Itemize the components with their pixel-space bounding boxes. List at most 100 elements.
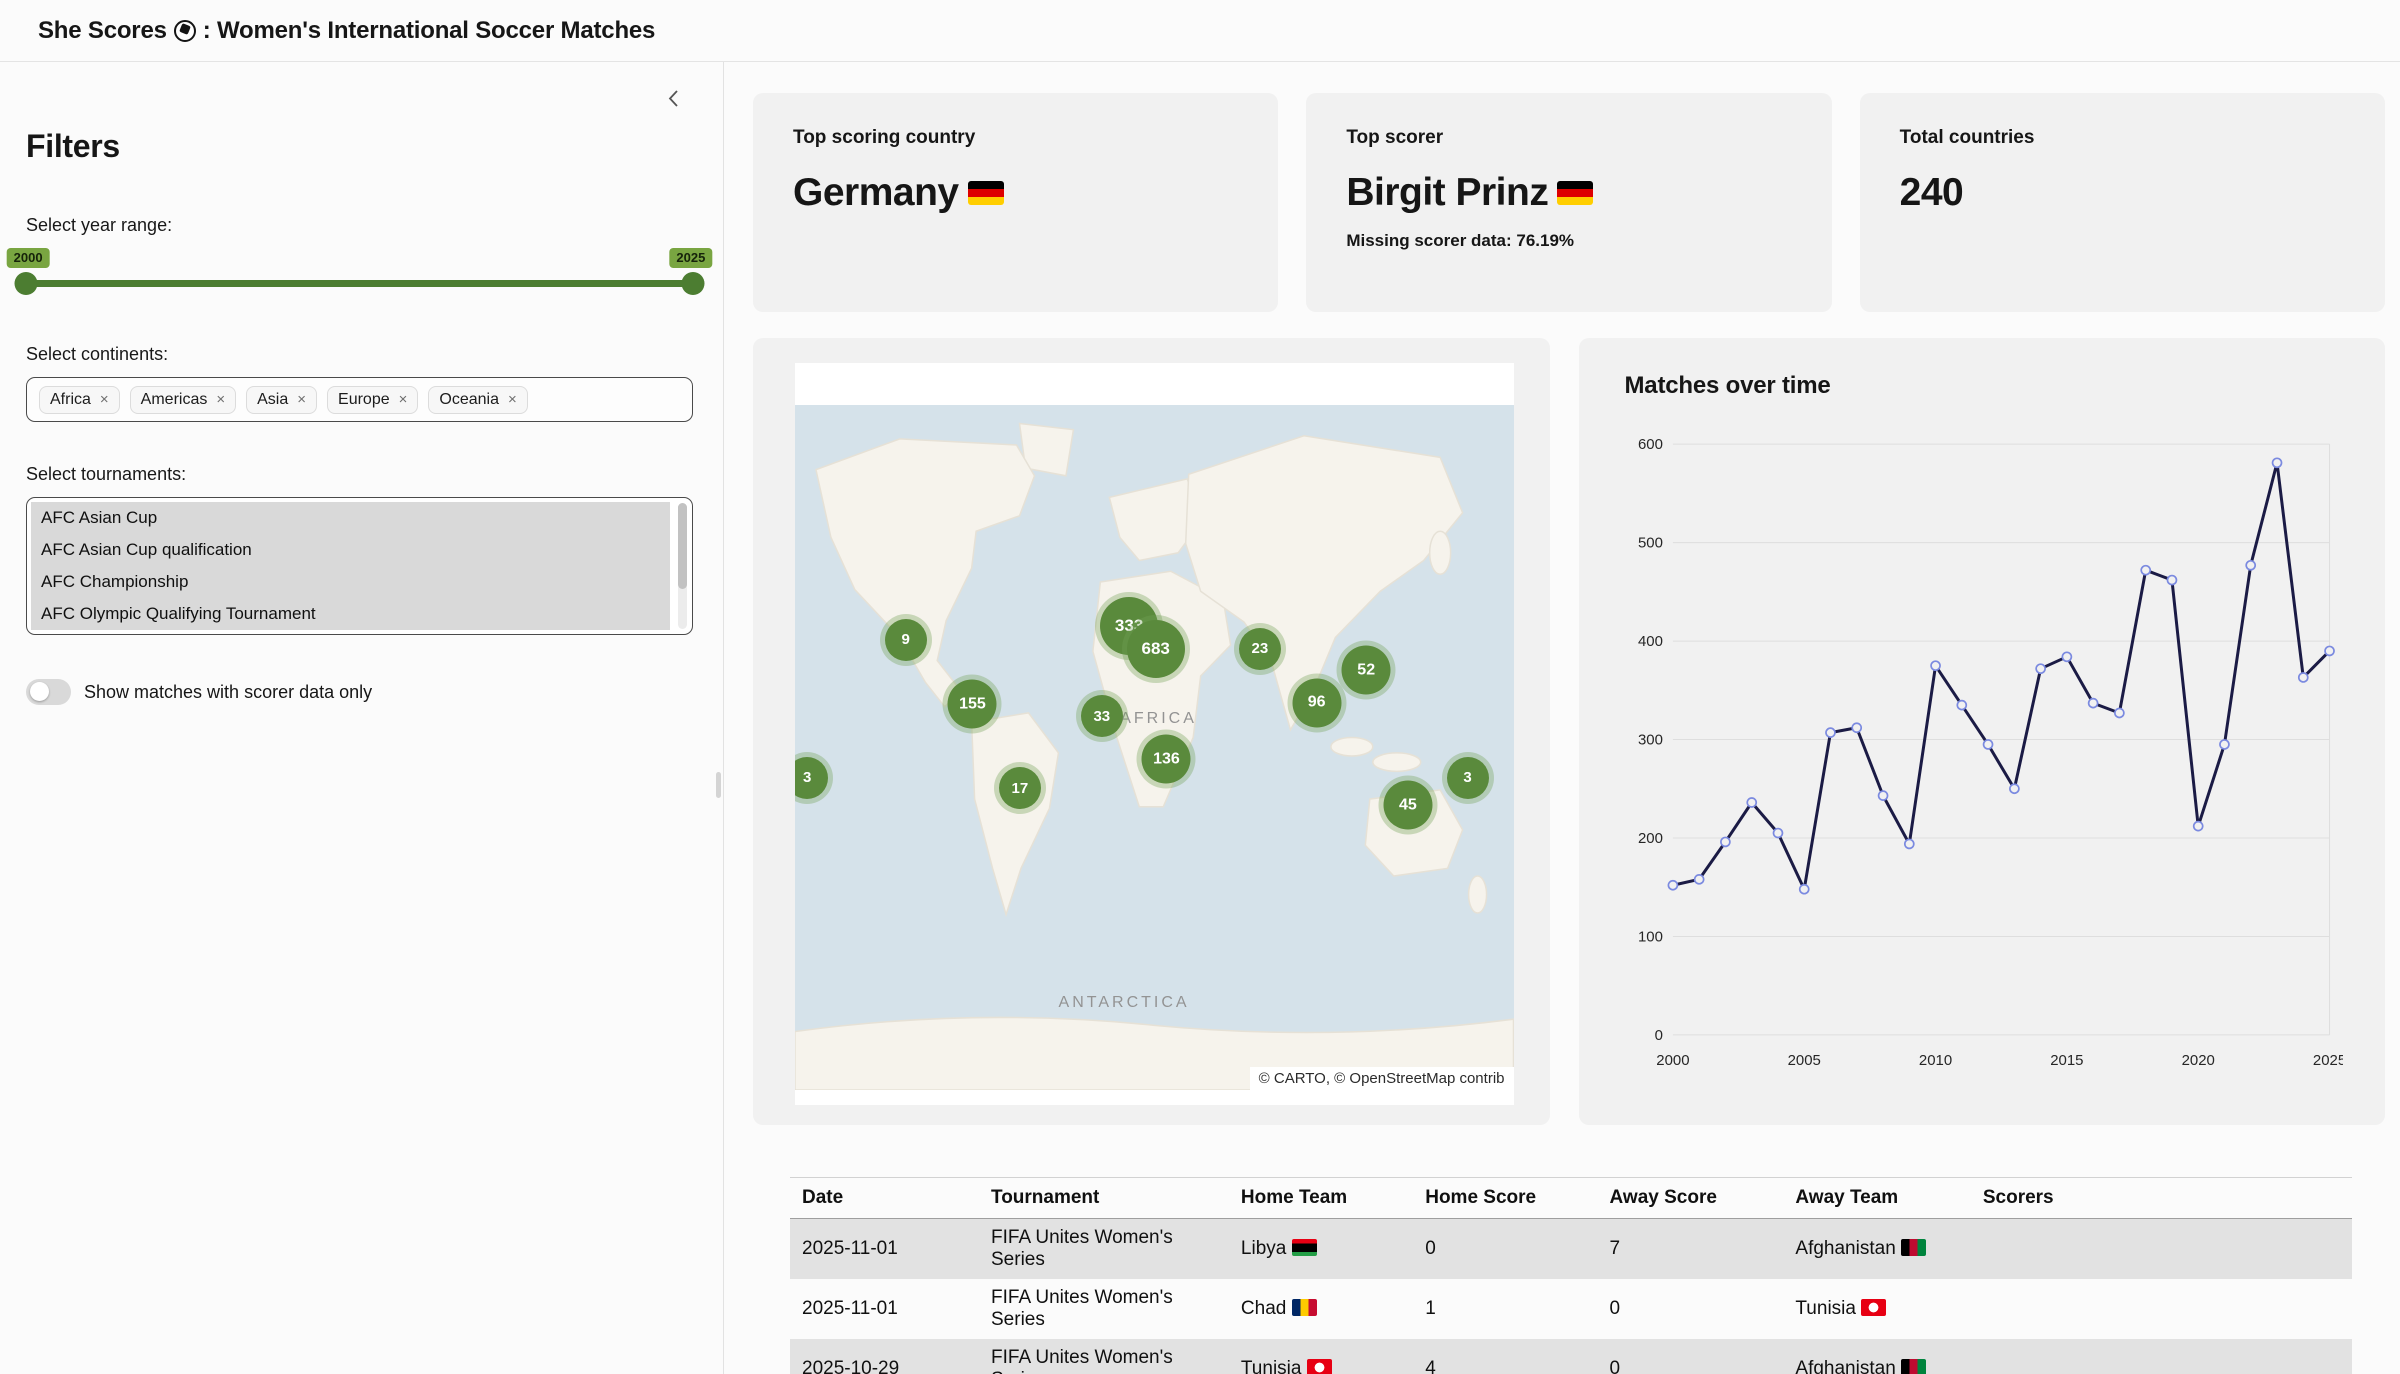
cell-away-score: 0 bbox=[1598, 1279, 1784, 1339]
cell-away-team: Afghanistan bbox=[1783, 1339, 1970, 1374]
svg-text:2005: 2005 bbox=[1787, 1052, 1820, 1069]
td-flag-icon bbox=[1292, 1299, 1317, 1316]
map-cluster-marker[interactable]: 155 bbox=[948, 680, 997, 729]
top-country-value: Germany bbox=[793, 171, 959, 215]
ly-flag-icon bbox=[1292, 1239, 1317, 1256]
col-tournament: Tournament bbox=[979, 1178, 1229, 1219]
map-frame[interactable]: © CARTO, © OpenStreetMap contrib AFRICA A… bbox=[795, 363, 1514, 1105]
map-cluster-marker[interactable]: 23 bbox=[1239, 628, 1281, 670]
missing-scorer-note: Missing scorer data: 76.19% bbox=[1346, 231, 1791, 251]
filters-sidebar: Filters Select year range: 2000 2025 Sel… bbox=[0, 62, 724, 1374]
af-flag-icon bbox=[1901, 1359, 1926, 1374]
scorer-toggle-label: Show matches with scorer data only bbox=[84, 682, 372, 703]
tournament-option[interactable]: AFC Olympic Qualifying Tournament bbox=[31, 598, 670, 630]
cell-home-team: Tunisia bbox=[1229, 1339, 1413, 1374]
slider-handle-end[interactable] bbox=[682, 272, 705, 295]
svg-text:2020: 2020 bbox=[2181, 1052, 2214, 1069]
slider-track[interactable] bbox=[26, 280, 693, 287]
map-cluster-marker[interactable]: 96 bbox=[1292, 678, 1341, 727]
continent-multiselect[interactable]: Africa× Americas× Asia× Europe× Oceania× bbox=[26, 377, 693, 422]
tournament-option[interactable]: AFC Asian Cup qualification bbox=[31, 534, 670, 566]
remove-tag-icon[interactable]: × bbox=[216, 391, 225, 408]
table-row: 2025-11-01 FIFA Unites Women's Series Li… bbox=[790, 1219, 2352, 1280]
remove-tag-icon[interactable]: × bbox=[399, 391, 408, 408]
top-scorer-value: Birgit Prinz bbox=[1346, 171, 1548, 215]
cell-away-score: 0 bbox=[1598, 1339, 1784, 1374]
svg-text:500: 500 bbox=[1637, 535, 1662, 552]
sidebar-collapse-button[interactable] bbox=[662, 84, 685, 116]
cell-tournament: FIFA Unites Women's Series bbox=[979, 1219, 1229, 1280]
year-range-label: Select year range: bbox=[26, 215, 693, 236]
listbox-scrollbar[interactable] bbox=[678, 503, 687, 629]
continent-tag-oceania[interactable]: Oceania× bbox=[428, 386, 527, 414]
map-region-label: AFRICA bbox=[1120, 710, 1197, 728]
remove-tag-icon[interactable]: × bbox=[100, 391, 109, 408]
page-title-prefix: She Scores bbox=[38, 17, 167, 45]
continent-tag-americas[interactable]: Americas× bbox=[130, 386, 236, 414]
col-home-team: Home Team bbox=[1229, 1178, 1413, 1219]
tn-flag-icon bbox=[1861, 1299, 1886, 1316]
map-card: © CARTO, © OpenStreetMap contrib AFRICA A… bbox=[753, 338, 1550, 1125]
stat-card-total-countries: Total countries 240 bbox=[1860, 93, 2385, 312]
matches-table-wrap[interactable]: DateTournamentHome TeamHome ScoreAway Sc… bbox=[790, 1177, 2352, 1374]
map-cluster-marker[interactable]: 9 bbox=[885, 619, 927, 661]
col-home-score: Home Score bbox=[1413, 1178, 1597, 1219]
continent-tag-africa[interactable]: Africa× bbox=[39, 386, 120, 414]
cell-scorers bbox=[1971, 1219, 2352, 1280]
tournament-option[interactable]: AFC Championship bbox=[31, 566, 670, 598]
map-cluster-marker[interactable]: 136 bbox=[1142, 735, 1191, 784]
stat-value: Germany bbox=[793, 171, 1238, 215]
map-cluster-marker[interactable]: 3 bbox=[1447, 757, 1489, 799]
visualization-row: © CARTO, © OpenStreetMap contrib AFRICA A… bbox=[753, 338, 2385, 1125]
map-cluster-marker[interactable]: 45 bbox=[1383, 781, 1432, 830]
sidebar-resize-handle[interactable] bbox=[716, 772, 721, 798]
continent-tag-asia[interactable]: Asia× bbox=[246, 386, 317, 414]
germany-flag-icon bbox=[1557, 181, 1593, 205]
stat-label: Total countries bbox=[1900, 127, 2345, 149]
toggle-knob[interactable] bbox=[30, 682, 49, 701]
table-row: 2025-11-01 FIFA Unites Women's Series Ch… bbox=[790, 1279, 2352, 1339]
stat-value: 240 bbox=[1900, 171, 2345, 215]
slider-handle-start[interactable] bbox=[15, 272, 38, 295]
soccer-ball-icon bbox=[174, 20, 196, 42]
map-cluster-marker[interactable]: 52 bbox=[1342, 646, 1391, 695]
map-region-label: ANTARCTICA bbox=[1059, 994, 1190, 1012]
stat-card-top-scoring-country: Top scoring country Germany bbox=[753, 93, 1278, 312]
listbox-scrollbar-thumb[interactable] bbox=[678, 503, 687, 589]
app-header: She Scores : Women's International Socce… bbox=[0, 0, 2400, 62]
chart-card: Matches over time 0100200300400500600200… bbox=[1579, 338, 2386, 1125]
cell-away-score: 7 bbox=[1598, 1219, 1784, 1280]
svg-text:100: 100 bbox=[1637, 928, 1662, 945]
cell-scorers bbox=[1971, 1279, 2352, 1339]
svg-text:200: 200 bbox=[1637, 830, 1662, 847]
map-attribution[interactable]: © CARTO, © OpenStreetMap contrib bbox=[1250, 1067, 1514, 1090]
germany-flag-icon bbox=[968, 181, 1004, 205]
svg-text:400: 400 bbox=[1637, 633, 1662, 650]
continent-tag-europe[interactable]: Europe× bbox=[327, 386, 418, 414]
svg-text:2010: 2010 bbox=[1918, 1052, 1951, 1069]
page-title: She Scores : Women's International Socce… bbox=[38, 17, 655, 45]
table-header-row: DateTournamentHome TeamHome ScoreAway Sc… bbox=[790, 1178, 2352, 1219]
year-end-badge: 2025 bbox=[669, 248, 712, 268]
tournament-listbox[interactable]: AFC Asian CupAFC Asian Cup qualification… bbox=[26, 497, 693, 635]
map-cluster-marker[interactable]: 683 bbox=[1127, 620, 1185, 678]
stat-label: Top scoring country bbox=[793, 127, 1238, 149]
year-range-slider[interactable]: 2000 2025 bbox=[26, 248, 693, 300]
map-cluster-marker[interactable]: 17 bbox=[999, 767, 1041, 809]
tn-flag-icon bbox=[1307, 1359, 1332, 1374]
stat-card-top-scorer: Top scorer Birgit Prinz Missing scorer d… bbox=[1306, 93, 1831, 312]
cell-home-score: 0 bbox=[1413, 1219, 1597, 1280]
cell-date: 2025-11-01 bbox=[790, 1219, 979, 1280]
remove-tag-icon[interactable]: × bbox=[508, 391, 517, 408]
matches-table: DateTournamentHome TeamHome ScoreAway Sc… bbox=[790, 1177, 2352, 1374]
map-cluster-marker[interactable]: 33 bbox=[1081, 695, 1123, 737]
filters-heading: Filters bbox=[26, 128, 693, 165]
tournament-option[interactable]: AFC Asian Cup bbox=[31, 502, 670, 534]
year-start-badge: 2000 bbox=[7, 248, 50, 268]
cell-scorers bbox=[1971, 1339, 2352, 1374]
scorer-data-toggle[interactable] bbox=[26, 679, 71, 705]
matches-over-time-chart[interactable]: 0100200300400500600200020052010201520202… bbox=[1625, 406, 2344, 1103]
tournaments-label: Select tournaments: bbox=[26, 464, 693, 485]
cell-home-score: 1 bbox=[1413, 1279, 1597, 1339]
remove-tag-icon[interactable]: × bbox=[297, 391, 306, 408]
